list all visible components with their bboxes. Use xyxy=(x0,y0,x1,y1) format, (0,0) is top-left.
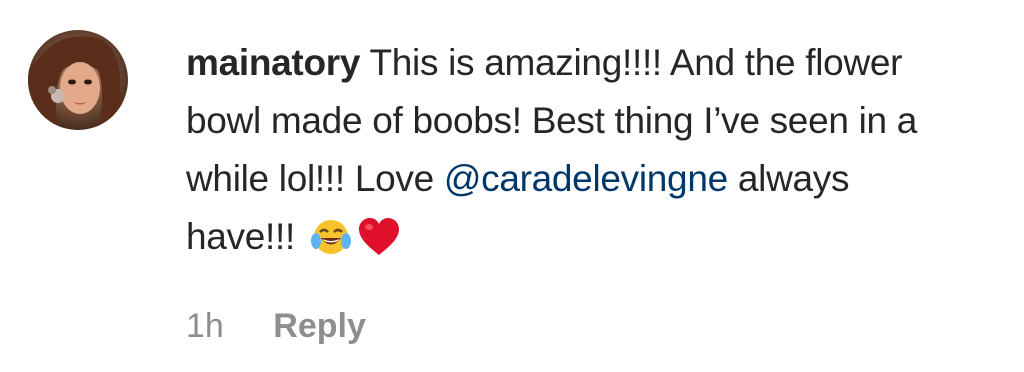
avatar-photo xyxy=(28,30,128,130)
mention-link[interactable]: @caradelevingne xyxy=(444,158,728,199)
comment-body: mainatory This is amazing!!!! And the fl… xyxy=(186,34,966,274)
reply-button[interactable]: Reply xyxy=(273,307,366,345)
comment-meta: 1h Reply xyxy=(186,304,366,348)
face-with-tears-of-joy-icon xyxy=(310,216,351,274)
comment-item: mainatory This is amazing!!!! And the fl… xyxy=(0,0,1024,372)
timestamp: 1h xyxy=(186,307,224,345)
username-link[interactable]: mainatory xyxy=(186,42,360,83)
red-heart-icon xyxy=(357,216,401,274)
avatar[interactable] xyxy=(28,30,128,130)
